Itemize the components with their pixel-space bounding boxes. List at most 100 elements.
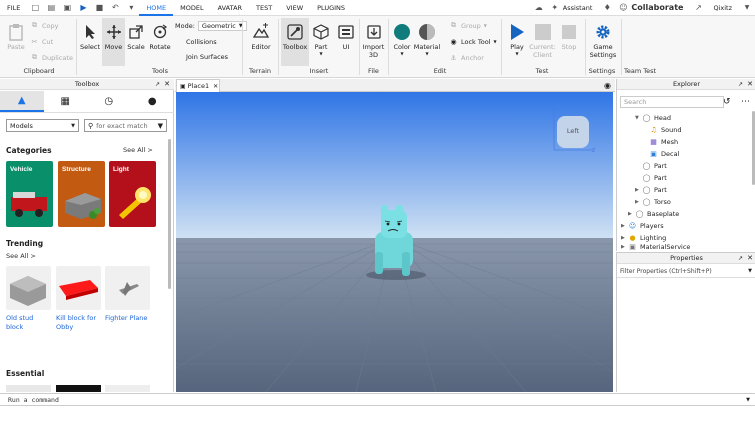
category-select[interactable]: Models ▼ xyxy=(6,119,79,132)
close-icon[interactable]: ✕ xyxy=(747,80,753,88)
chevron-down-icon[interactable]: ▼ xyxy=(746,397,750,403)
move-tool[interactable]: Move xyxy=(102,18,125,66)
tree-item-part[interactable]: ◯ Part xyxy=(642,172,667,183)
tab-marketplace[interactable]: ▲ xyxy=(0,91,44,112)
category-light[interactable]: Light xyxy=(109,161,156,227)
toolbox-button[interactable]: Toolbox xyxy=(281,18,309,66)
tab-recent[interactable]: ◷ xyxy=(87,91,131,112)
anchor-button[interactable]: ⚓ Anchor xyxy=(449,53,484,62)
stop-button[interactable]: Stop xyxy=(558,23,580,51)
more-icon[interactable]: ▾ xyxy=(126,3,136,13)
tab-avatar[interactable]: AVATAR xyxy=(211,0,249,16)
popout-icon[interactable]: ↗ xyxy=(155,81,160,88)
explorer-search-input[interactable]: Search xyxy=(620,96,724,108)
mode-dropdown[interactable]: Geometric ▼ xyxy=(197,21,247,31)
popout-icon[interactable]: ↗ xyxy=(738,255,743,262)
chevron-down-icon[interactable]: ▼ xyxy=(742,3,752,13)
collisions-toggle[interactable]: Collisions xyxy=(186,38,217,46)
cloud-icon[interactable]: ☁ xyxy=(534,3,544,13)
user-menu[interactable]: Qixitz xyxy=(706,0,739,16)
tree-item-part[interactable]: ▶ ◯ Part xyxy=(635,184,667,195)
cut-button[interactable]: ✂ Cut xyxy=(30,37,54,46)
select-tool[interactable]: Select xyxy=(79,23,101,51)
collaborate-button[interactable]: Collaborate xyxy=(631,0,690,16)
assistant-icon[interactable]: ✦ xyxy=(550,3,560,13)
scale-tool[interactable]: Scale xyxy=(125,23,147,51)
trending-item-image[interactable] xyxy=(6,266,51,310)
trending-see-all[interactable]: See All > xyxy=(6,252,36,260)
duplicate-button[interactable]: ⧉ Duplicate xyxy=(30,53,73,62)
essential-item-image[interactable] xyxy=(56,385,101,392)
toolbox-search-input[interactable]: ⚲ for exact match ▼ xyxy=(84,119,167,132)
lock-tool-button[interactable]: ◉ Lock Tool ▼ xyxy=(449,37,496,46)
tab-test[interactable]: TEST xyxy=(249,0,279,16)
category-vehicle[interactable]: Vehicle xyxy=(6,161,53,227)
tab-creations[interactable]: ● xyxy=(131,91,175,112)
tree-item-torso[interactable]: ▶ ◯ Torso xyxy=(635,196,671,207)
part-button[interactable]: Part ▼ xyxy=(310,23,332,56)
tree-item-part[interactable]: ◯ Part xyxy=(642,160,667,171)
play-button[interactable]: Play ▼ xyxy=(506,23,528,56)
color-button[interactable]: Color ▼ xyxy=(391,23,413,56)
tab-place1[interactable]: ▣ Place1 ✕ xyxy=(176,79,220,92)
copy-button[interactable]: ⧉ Copy xyxy=(30,21,59,30)
trending-item-title[interactable]: Kill block for Obby xyxy=(56,314,103,332)
tab-plugins[interactable]: PLUGINS xyxy=(310,0,352,16)
tree-item-decal[interactable]: ▣ Decal xyxy=(649,148,679,159)
history-icon[interactable]: ↺ xyxy=(723,97,731,107)
tab-inventory[interactable]: ▦ xyxy=(44,91,88,112)
more-options-icon[interactable]: ⋯ xyxy=(741,97,750,107)
group-button[interactable]: ⧉ Group ▼ xyxy=(449,21,487,30)
paste-button[interactable]: Paste xyxy=(5,23,27,51)
trending-item-image[interactable] xyxy=(56,266,101,310)
save-icon[interactable]: ▣ xyxy=(62,3,72,13)
tree-item-head[interactable]: ▼ ◯ Head xyxy=(635,112,671,123)
close-icon[interactable]: ✕ xyxy=(213,83,218,90)
import-3d-button[interactable]: Import 3D xyxy=(361,23,386,59)
material-button[interactable]: Material ▼ xyxy=(413,23,441,56)
tree-item-mesh[interactable]: ▦ Mesh xyxy=(649,136,678,147)
close-icon[interactable]: ✕ xyxy=(164,80,170,88)
filter-icon[interactable]: ▼ xyxy=(158,122,163,130)
tab-model[interactable]: MODEL xyxy=(173,0,210,16)
rotate-tool[interactable]: Rotate xyxy=(148,23,172,51)
essential-item-image[interactable] xyxy=(6,385,51,392)
open-file-icon[interactable]: ▤ xyxy=(46,3,56,13)
stop-icon[interactable]: ■ xyxy=(94,3,104,13)
properties-filter-input[interactable]: Filter Properties (Ctrl+Shift+P) ▼ xyxy=(617,265,755,278)
categories-see-all[interactable]: See All > xyxy=(123,146,153,154)
new-file-icon[interactable]: □ xyxy=(30,3,40,13)
tree-item-players[interactable]: ▶ ☺ Players xyxy=(621,220,664,231)
toolbox-scrollbar[interactable] xyxy=(168,139,171,289)
command-bar[interactable]: Run a command ▼ xyxy=(0,393,755,406)
bell-icon[interactable]: ♦ xyxy=(602,3,612,13)
tab-view[interactable]: VIEW xyxy=(279,0,310,16)
game-settings-button[interactable]: Game Settings xyxy=(588,23,618,59)
tree-item-materialservice[interactable]: ▶ ▣ MaterialService xyxy=(621,242,690,251)
undo-icon[interactable]: ↶ xyxy=(110,3,120,13)
play-icon[interactable]: ▶ xyxy=(78,3,88,13)
terrain-editor-button[interactable]: Editor xyxy=(248,23,274,51)
essential-item-image[interactable] xyxy=(105,385,150,392)
tree-item-baseplate[interactable]: ▶ ◯ Baseplate xyxy=(628,208,679,219)
current-client-button[interactable]: Current: Client xyxy=(529,23,556,59)
file-menu[interactable]: FILE xyxy=(0,0,27,16)
category-structure[interactable]: Structure xyxy=(58,161,105,227)
popout-icon[interactable]: ↗ xyxy=(738,81,743,88)
3d-viewport[interactable]: Z Y Left xyxy=(176,92,613,392)
tree-item-sound[interactable]: ♫ Sound xyxy=(649,124,681,135)
rotate-label: Rotate xyxy=(149,43,171,51)
trending-item-image[interactable] xyxy=(105,266,150,310)
join-surfaces-toggle[interactable]: Join Surfaces xyxy=(186,53,228,61)
ui-button[interactable]: UI xyxy=(336,23,356,51)
tab-home[interactable]: HOME xyxy=(139,0,174,16)
share-icon[interactable]: ↗ xyxy=(693,3,703,13)
screenshot-icon[interactable]: ◉ xyxy=(604,81,611,90)
trending-item-title[interactable]: Old stud block xyxy=(6,314,51,332)
move-label: Move xyxy=(104,43,123,51)
toolbox-title: Toolbox xyxy=(74,80,100,88)
view-cube-label[interactable]: Left xyxy=(557,127,589,135)
trending-item-title[interactable]: Fighter Plane xyxy=(105,314,155,323)
assistant-button[interactable]: Assistant xyxy=(563,0,600,16)
close-icon[interactable]: ✕ xyxy=(747,254,753,262)
